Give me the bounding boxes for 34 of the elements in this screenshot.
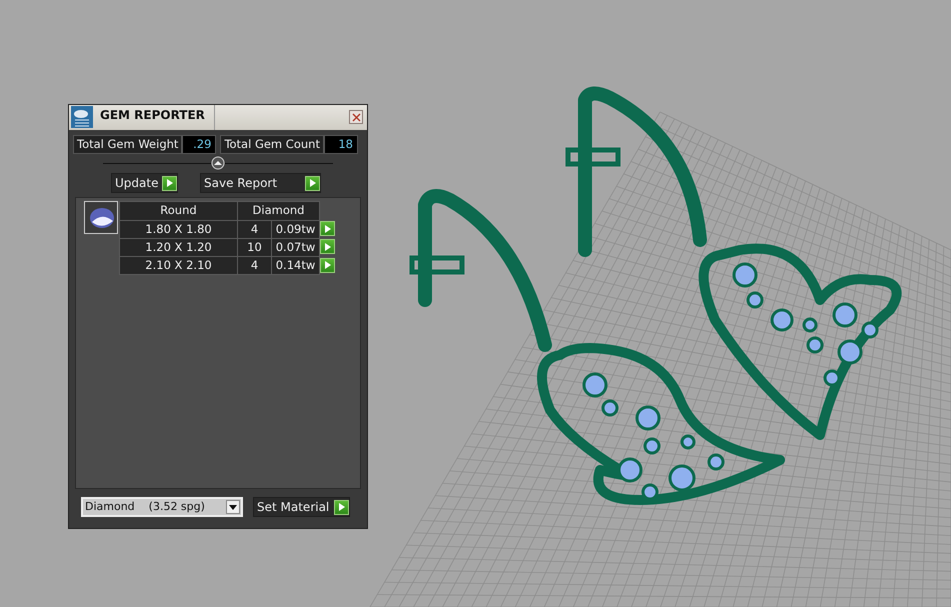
table-cell: 0.14tw xyxy=(272,256,320,275)
play-button[interactable] xyxy=(320,221,335,236)
table-cell: 1.80 X 1.80 xyxy=(120,220,238,238)
table-cell: 2.10 X 2.10 xyxy=(120,256,238,275)
gem-thumbnail xyxy=(84,201,118,234)
close-icon xyxy=(352,112,360,122)
window-title: GEM REPORTER xyxy=(95,105,215,130)
play-icon xyxy=(324,242,330,251)
collapse-toggle[interactable] xyxy=(211,156,225,170)
action-button[interactable]: Save Report xyxy=(200,173,321,194)
table-cell: 4 xyxy=(238,256,272,275)
close-button[interactable] xyxy=(349,110,363,124)
action-button[interactable]: Set Material xyxy=(253,497,350,518)
action-button[interactable]: Update xyxy=(111,173,178,194)
total-label: Total Gem Count xyxy=(220,135,324,154)
play-icon xyxy=(324,224,330,232)
material-dropdown[interactable]: Diamond (3.52 spg) xyxy=(81,497,243,518)
total-label: Total Gem Weight xyxy=(73,135,182,154)
total-value: .29 xyxy=(182,135,216,154)
table-cell: 1.20 X 1.20 xyxy=(120,238,238,256)
table-cell: 10 xyxy=(238,238,272,256)
play-icon xyxy=(324,261,330,269)
total-value: 18 xyxy=(324,135,358,154)
play-button[interactable] xyxy=(320,258,335,272)
column-header: Round xyxy=(120,202,238,220)
table-cell: 4 xyxy=(238,220,272,238)
caret-icon xyxy=(229,504,237,510)
play-icon xyxy=(166,179,172,188)
play-button[interactable] xyxy=(320,239,335,254)
table-cell: 0.07tw xyxy=(272,238,320,256)
table-cell: 0.09tw xyxy=(272,220,320,238)
column-header: Diamond xyxy=(238,202,320,220)
play-icon xyxy=(338,503,344,512)
play-icon xyxy=(310,179,316,188)
